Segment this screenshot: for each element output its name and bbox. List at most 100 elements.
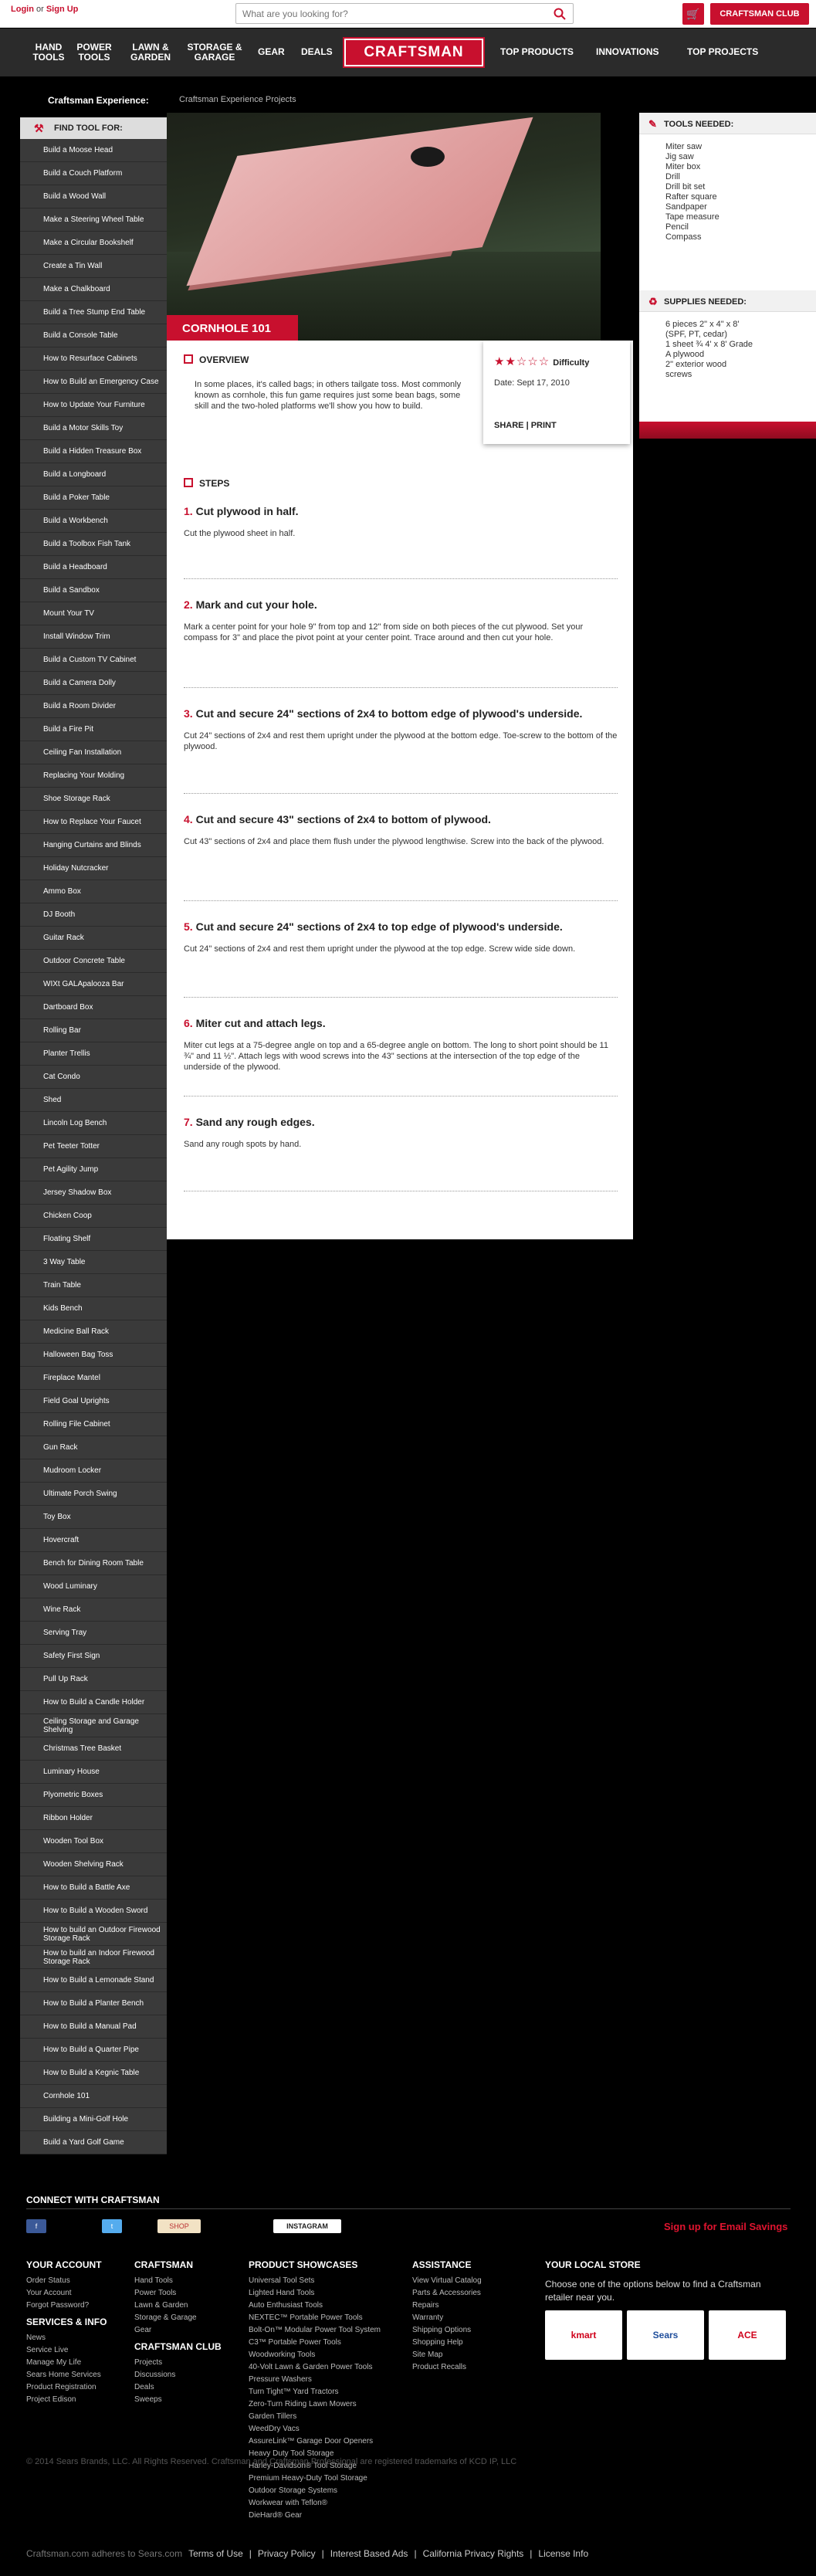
footer-link[interactable]: View Virtual Catalog	[412, 2275, 482, 2287]
nav-innovations[interactable]: INNOVATIONS	[596, 47, 659, 57]
footer-link[interactable]: Manage My Life	[26, 2357, 107, 2369]
legal-link[interactable]: Privacy Policy	[258, 2548, 316, 2559]
legal-link[interactable]: Terms of Use	[188, 2548, 243, 2559]
nav-top-projects[interactable]: TOP PROJECTS	[687, 47, 758, 57]
sidebar-item[interactable]: Ceiling Fan Installation	[20, 741, 167, 764]
footer-link[interactable]: Premium Heavy-Duty Tool Storage	[249, 2473, 381, 2485]
legal-link[interactable]: Craftsman.com adheres to Sears.com	[26, 2548, 182, 2559]
sidebar-item[interactable]: Build a Yard Golf Game	[20, 2131, 167, 2154]
sidebar-item[interactable]: How to Build a Manual Pad	[20, 2015, 167, 2039]
login-link[interactable]: Login	[11, 5, 34, 14]
sidebar-item[interactable]: Rolling Bar	[20, 1019, 167, 1042]
sidebar-item[interactable]: How to Build a Planter Bench	[20, 1992, 167, 2015]
footer-link[interactable]: Lighted Hand Tools	[249, 2287, 381, 2300]
sidebar-item[interactable]: Create a Tin Wall	[20, 255, 167, 278]
sidebar-item[interactable]: Ultimate Porch Swing	[20, 1483, 167, 1506]
sidebar-item[interactable]: Ribbon Holder	[20, 1807, 167, 1830]
instagram-icon[interactable]: INSTAGRAM	[273, 2219, 341, 2233]
footer-link[interactable]: DieHard® Gear	[249, 2510, 381, 2522]
footer-link[interactable]: Deals	[134, 2381, 222, 2394]
search-input[interactable]	[242, 7, 536, 21]
sidebar-item[interactable]: Pet Teeter Totter	[20, 1135, 167, 1158]
sidebar-item[interactable]: Cat Condo	[20, 1066, 167, 1089]
craftsman-logo[interactable]: CRAFTSMAN	[343, 37, 485, 68]
sidebar-item[interactable]: Hovercraft	[20, 1529, 167, 1552]
sidebar-item[interactable]: WIXt GALApalooza Bar	[20, 973, 167, 996]
sidebar-item[interactable]: Ammo Box	[20, 880, 167, 903]
footer-link[interactable]: Forgot Password?	[26, 2300, 107, 2312]
sidebar-item[interactable]: Rolling File Cabinet	[20, 1413, 167, 1436]
sidebar-item[interactable]: Train Table	[20, 1274, 167, 1297]
footer-link[interactable]: Storage & Garage	[134, 2312, 222, 2324]
sidebar-item[interactable]: Build a Console Table	[20, 324, 167, 347]
footer-link[interactable]: Repairs	[412, 2300, 482, 2312]
print-link[interactable]: PRINT	[531, 421, 557, 430]
twitter-icon[interactable]: t	[102, 2219, 122, 2233]
nav-gear[interactable]: GEAR	[258, 47, 285, 57]
footer-link[interactable]: News	[26, 2332, 107, 2344]
footer-link[interactable]: Product Registration	[26, 2381, 107, 2394]
search-icon[interactable]	[553, 7, 567, 21]
sidebar-item[interactable]: Build a Headboard	[20, 556, 167, 579]
sidebar-item[interactable]: Outdoor Concrete Table	[20, 950, 167, 973]
sidebar-item[interactable]: Build a Poker Table	[20, 486, 167, 510]
sidebar-item[interactable]: Serving Tray	[20, 1622, 167, 1645]
sidebar-item[interactable]: Build a Camera Dolly	[20, 672, 167, 695]
sidebar-item[interactable]: Build a Motor Skills Toy	[20, 417, 167, 440]
sidebar-item[interactable]: Holiday Nutcracker	[20, 857, 167, 880]
sidebar-item[interactable]: Wooden Tool Box	[20, 1830, 167, 1853]
sidebar-item[interactable]: How to Replace Your Faucet	[20, 811, 167, 834]
footer-link[interactable]: 40-Volt Lawn & Garden Power Tools	[249, 2361, 381, 2374]
sidebar-item[interactable]: Kids Bench	[20, 1297, 167, 1320]
nav-top-products[interactable]: TOP PRODUCTS	[500, 47, 574, 57]
sidebar-item[interactable]: Pull Up Rack	[20, 1668, 167, 1691]
sidebar-item[interactable]: Build a Custom TV Cabinet	[20, 649, 167, 672]
sidebar-item[interactable]: How to Build a Candle Holder	[20, 1691, 167, 1714]
footer-link[interactable]: Order Status	[26, 2275, 107, 2287]
footer-link[interactable]: Outdoor Storage Systems	[249, 2485, 381, 2497]
ace-logo[interactable]: ACE	[709, 2310, 786, 2360]
legal-link[interactable]: California Privacy Rights	[423, 2548, 524, 2559]
sidebar-item[interactable]: How to Build a Battle Axe	[20, 1876, 167, 1900]
sidebar-item[interactable]: Fireplace Mantel	[20, 1367, 167, 1390]
nav-deals[interactable]: DEALS	[301, 47, 333, 57]
sidebar-item[interactable]: Build a Workbench	[20, 510, 167, 533]
sidebar-item[interactable]: Wood Luminary	[20, 1575, 167, 1598]
sidebar-item[interactable]: How to Build a Wooden Sword	[20, 1900, 167, 1923]
sidebar-item[interactable]: Guitar Rack	[20, 927, 167, 950]
sidebar-item[interactable]: Replacing Your Molding	[20, 764, 167, 788]
sidebar-item[interactable]: Shoe Storage Rack	[20, 788, 167, 811]
sidebar-item[interactable]: Ceiling Storage and Garage Shelving	[20, 1714, 167, 1737]
sidebar-item[interactable]: Mudroom Locker	[20, 1459, 167, 1483]
sidebar-item[interactable]: How to Update Your Furniture	[20, 394, 167, 417]
sidebar-item[interactable]: Build a Toolbox Fish Tank	[20, 533, 167, 556]
sidebar-item[interactable]: How to Build a Lemonade Stand	[20, 1969, 167, 1992]
signup-link[interactable]: Sign Up	[46, 5, 79, 14]
footer-link[interactable]: Bolt-On™ Modular Power Tool System	[249, 2324, 381, 2337]
sidebar-item[interactable]: Pet Agility Jump	[20, 1158, 167, 1181]
footer-link[interactable]: Sweeps	[134, 2394, 222, 2406]
sears-logo[interactable]: Sears	[627, 2310, 704, 2360]
footer-link[interactable]: Garden Tillers	[249, 2411, 381, 2423]
sidebar-item[interactable]: Build a Wood Wall	[20, 185, 167, 208]
sidebar-item[interactable]: Halloween Bag Toss	[20, 1344, 167, 1367]
legal-link[interactable]: License Info	[538, 2548, 588, 2559]
sidebar-item[interactable]: Mount Your TV	[20, 602, 167, 625]
sidebar-item[interactable]: Build a Fire Pit	[20, 718, 167, 741]
footer-link[interactable]: Shipping Options	[412, 2324, 482, 2337]
shop-your-way-icon[interactable]: SHOP	[157, 2219, 201, 2233]
sidebar-item[interactable]: Cornhole 101	[20, 2085, 167, 2108]
footer-link[interactable]: Universal Tool Sets	[249, 2275, 381, 2287]
sidebar-item[interactable]: Shed	[20, 1089, 167, 1112]
sidebar-item[interactable]: How to build an Outdoor Firewood Storage…	[20, 1923, 167, 1946]
craftsman-club-button[interactable]: CRAFTSMAN CLUB	[710, 3, 809, 25]
footer-link[interactable]: Projects	[134, 2357, 222, 2369]
sidebar-item[interactable]: 3 Way Table	[20, 1251, 167, 1274]
sidebar-item[interactable]: Lincoln Log Bench	[20, 1112, 167, 1135]
sidebar-item[interactable]: How to Build an Emergency Case	[20, 371, 167, 394]
sidebar-item[interactable]: Build a Room Divider	[20, 695, 167, 718]
cart-icon[interactable]: 🛒	[682, 3, 704, 25]
sidebar-item[interactable]: How to Resurface Cabinets	[20, 347, 167, 371]
sidebar-item[interactable]: Wooden Shelving Rack	[20, 1853, 167, 1876]
footer-link[interactable]: Workwear with Teflon®	[249, 2497, 381, 2510]
